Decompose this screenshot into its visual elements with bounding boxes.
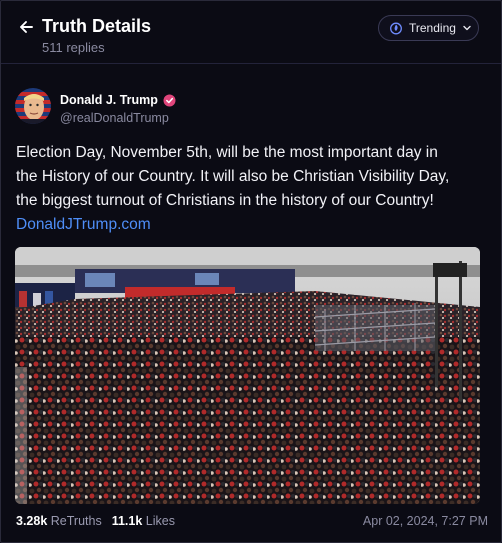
- author-name-text: Donald J. Trump: [60, 93, 158, 107]
- replies-count: 511 replies: [42, 40, 105, 55]
- chevron-down-icon: [463, 25, 471, 31]
- trending-dropdown[interactable]: Trending: [378, 15, 479, 41]
- verified-badge-icon: [163, 94, 176, 106]
- retruths-stat[interactable]: 3.28k ReTruths: [16, 514, 102, 528]
- likes-count: 11.1k: [111, 514, 143, 528]
- back-button[interactable]: [15, 15, 37, 39]
- flame-icon: [390, 22, 402, 35]
- post-link[interactable]: DonaldJTrump.com: [16, 213, 486, 237]
- author-handle[interactable]: @realDonaldTrump: [60, 111, 169, 125]
- retruths-count: 3.28k: [16, 514, 48, 528]
- page-title: Truth Details: [42, 16, 152, 36]
- trending-label: Trending: [409, 21, 456, 35]
- arrow-left-icon: [20, 21, 33, 33]
- retruths-label: ReTruths: [50, 514, 102, 528]
- post-text: Election Day, November 5th, will be the …: [16, 141, 486, 237]
- avatar[interactable]: [15, 88, 51, 124]
- post-text-line: the biggest turnout of Christians in the…: [16, 192, 434, 209]
- author-name[interactable]: Donald J. Trump: [60, 93, 176, 107]
- post-detail-panel: Truth Details 511 replies Trending Donal…: [0, 0, 502, 543]
- post-image[interactable]: [15, 247, 480, 504]
- post-text-line: the History of our Country. It will also…: [16, 168, 450, 185]
- likes-label: Likes: [145, 514, 175, 528]
- likes-stat[interactable]: 11.1k Likes: [112, 514, 175, 528]
- rally-photo: [15, 247, 480, 504]
- post-text-line: Election Day, November 5th, will be the …: [16, 144, 438, 161]
- header-divider: [1, 63, 501, 64]
- post-timestamp: Apr 02, 2024, 7:27 PM: [362, 514, 488, 528]
- post-stats: 3.28k ReTruths 11.1k Likes: [16, 514, 175, 528]
